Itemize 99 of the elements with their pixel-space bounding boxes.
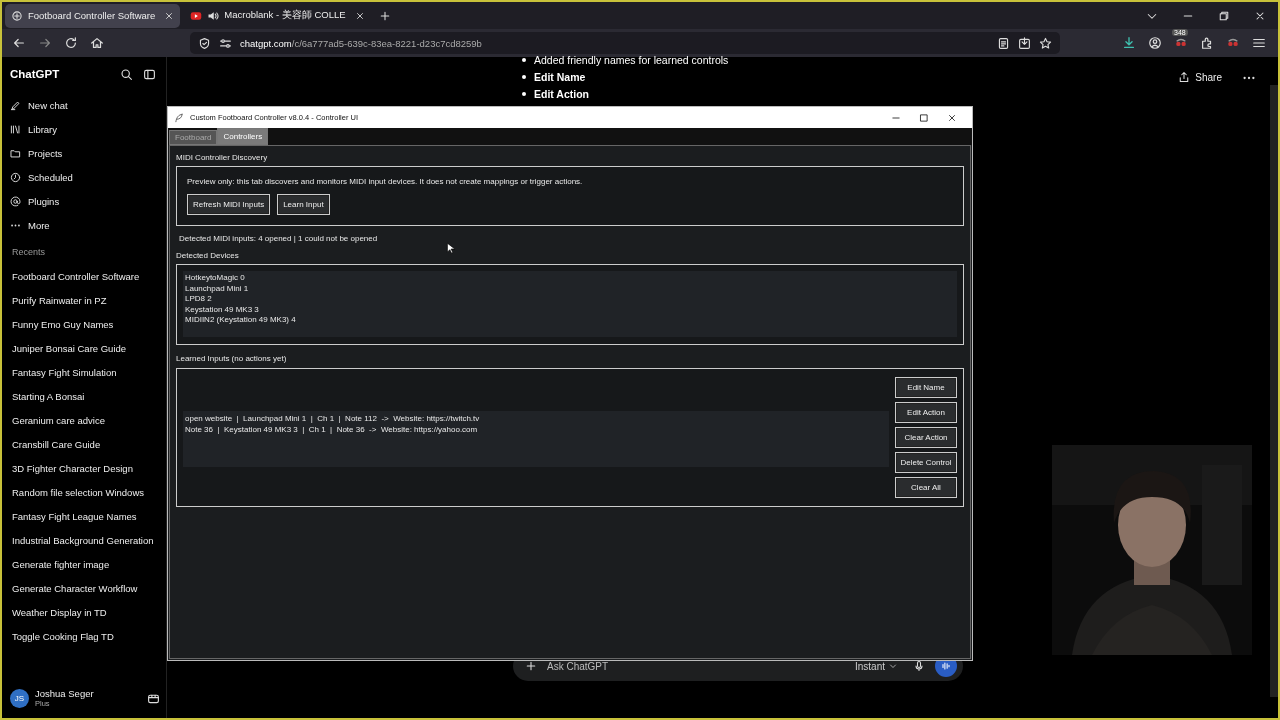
chat-history-item[interactable]: Fantasy Fight Simulation	[10, 361, 166, 385]
list-item[interactable]: HotkeytoMagic 0	[185, 273, 955, 284]
bookmark-star-icon[interactable]	[1039, 36, 1052, 50]
maximize-icon[interactable]	[919, 112, 929, 123]
menu-icon[interactable]	[1252, 36, 1266, 50]
share-icon	[1178, 71, 1191, 83]
bullet-icon	[522, 74, 526, 79]
section-title: Learned Inputs (no actions yet)	[176, 353, 288, 364]
chat-history-item[interactable]: Funny Emo Guy Names	[10, 313, 166, 337]
microphone-icon[interactable]	[913, 660, 925, 672]
speaker-icon	[207, 9, 220, 22]
account-icon[interactable]	[1148, 36, 1162, 50]
browser-tab[interactable]: Footboard Controller Software	[5, 3, 181, 28]
sidebar-toggle-icon[interactable]	[143, 67, 156, 81]
permissions-icon[interactable]	[219, 36, 232, 50]
extensions-icon[interactable]	[1200, 36, 1214, 50]
url-host: chatgpt.com	[240, 37, 292, 49]
mouse-cursor-icon	[446, 241, 457, 255]
pencil-icon	[10, 99, 21, 111]
reload-icon[interactable]	[64, 36, 78, 50]
nav-item[interactable]: Plugins	[10, 189, 166, 213]
shield-icon[interactable]	[198, 36, 211, 50]
tab-title: Footboard Controller Software	[28, 10, 156, 21]
chat-history-item[interactable]: 3D Fighter Character Design	[10, 457, 166, 481]
brand-name: ChatGPT	[10, 68, 60, 80]
chat-history-item[interactable]: Weather Display in TD	[10, 601, 166, 625]
list-item[interactable]: open website | Launchpad Mini 1 | Ch 1 | Note 112 -> Website: https://twitch.tv	[185, 414, 887, 425]
address-bar[interactable]: chatgpt.com/c/6a777ad5-639c-83ea-8221-d23c7cd8259b	[190, 32, 1060, 54]
chat-history-item[interactable]: Industrial Background Generation	[10, 529, 166, 553]
close-icon[interactable]	[164, 10, 175, 21]
section-title: MIDI Controller Discovery	[176, 152, 269, 163]
chat-history-item[interactable]: Geranium care advice	[10, 409, 166, 433]
chat-history-item[interactable]: Juniper Bonsai Care Guide	[10, 337, 166, 361]
feather-icon	[174, 112, 184, 123]
chat-history-item[interactable]: Purify Rainwater in PZ	[10, 289, 166, 313]
tab[interactable]: Controllers	[217, 128, 269, 145]
home-icon[interactable]	[90, 36, 104, 50]
forward-icon[interactable]	[38, 36, 52, 50]
clock-icon	[10, 171, 21, 183]
list-item[interactable]: LPD8 2	[185, 294, 955, 305]
tab-title: Macroblank - 美容師 COLLE	[224, 9, 346, 22]
avatar: JS	[10, 688, 29, 708]
at-sign-icon	[10, 195, 21, 207]
list-item[interactable]: Note 36 | Keystation 49 MK3 3 | Ch 1 | Note 36 -> Website: https://yahoo.com	[185, 424, 887, 436]
chat-history-item[interactable]: Random file selection Windows	[10, 481, 166, 505]
status-text: Detected MIDI inputs: 4 opened | 1 could not be opened	[179, 234, 379, 245]
button[interactable]: Delete Control	[895, 452, 957, 473]
close-icon[interactable]	[947, 112, 957, 123]
user-name: Joshua Seger	[35, 688, 94, 699]
model-selector[interactable]: Instant	[854, 660, 897, 672]
nav-item[interactable]: Scheduled	[10, 165, 166, 189]
nav-item[interactable]: Projects	[10, 141, 166, 165]
button[interactable]: Learn Input	[277, 194, 330, 215]
nav-item[interactable]: New chat	[10, 93, 166, 117]
button[interactable]: Refresh MIDI Inputs	[187, 194, 271, 215]
search-icon[interactable]	[120, 67, 133, 81]
close-icon[interactable]	[354, 10, 365, 21]
info-text: Preview only: this tab discovers and monitors MIDI input devices. It does not create mappings or trigger actions.	[187, 177, 584, 188]
restore-icon[interactable]	[1218, 9, 1230, 22]
list-item[interactable]: Launchpad Mini 1	[185, 283, 955, 295]
scrollbar[interactable]	[1270, 85, 1278, 697]
bullet-icon	[522, 57, 526, 62]
nav-item[interactable]: More	[10, 213, 166, 237]
list-item[interactable]: Keystation 49 MK3 3	[185, 304, 955, 316]
bullet-text: Edit Action	[534, 87, 590, 100]
download-icon[interactable]	[1122, 36, 1136, 50]
bullet-icon	[522, 91, 526, 96]
share-button[interactable]: Share	[1174, 69, 1226, 85]
list-item[interactable]: MIDIIN2 (Keystation 49 MK3) 4	[185, 315, 955, 326]
button[interactable]: Clear Action	[895, 427, 957, 448]
voice-icon	[940, 660, 952, 672]
input-placeholder: Ask ChatGPT	[547, 660, 609, 672]
back-icon[interactable]	[12, 36, 26, 50]
chat-history-item[interactable]: Generate fighter image	[10, 553, 166, 577]
url-path: /c/6a777ad5-639c-83ea-8221-d23c7cd8259b	[291, 37, 482, 49]
globe-icon	[11, 9, 23, 22]
books-icon	[10, 123, 21, 135]
chat-history-item[interactable]: Generate Character Workflow	[10, 577, 166, 601]
bullet-text: Added friendly names for learned controls	[534, 53, 729, 66]
chat-history-item[interactable]: Fantasy Fight League Names	[10, 505, 166, 529]
bullet-text: Edit Name	[534, 70, 586, 83]
add-icon[interactable]	[525, 660, 537, 672]
reader-view-icon[interactable]	[997, 36, 1010, 50]
button[interactable]: Edit Name	[895, 377, 957, 398]
nav-item[interactable]: Library	[10, 117, 166, 141]
section-title: Detected Devices	[176, 250, 240, 261]
button[interactable]: Edit Action	[895, 402, 957, 423]
save-icon[interactable]	[1018, 36, 1031, 50]
chat-history-item[interactable]: Starting A Bonsai	[10, 385, 166, 409]
new-tab-icon[interactable]	[378, 9, 391, 22]
play-icon	[190, 9, 203, 22]
folder-icon	[10, 147, 21, 159]
button[interactable]: Clear All	[895, 477, 957, 498]
chat-history-item[interactable]: Footboard Controller Software	[10, 265, 166, 289]
chat-history-item[interactable]: Toggle Cooking Flag TD	[10, 625, 166, 649]
section-heading: Recents	[12, 247, 47, 259]
chat-history-item[interactable]: Cransbill Care Guide	[10, 433, 166, 457]
browser-tab[interactable]: Macroblank - 美容師 COLLE	[184, 3, 371, 28]
chevron-icon	[889, 662, 897, 670]
